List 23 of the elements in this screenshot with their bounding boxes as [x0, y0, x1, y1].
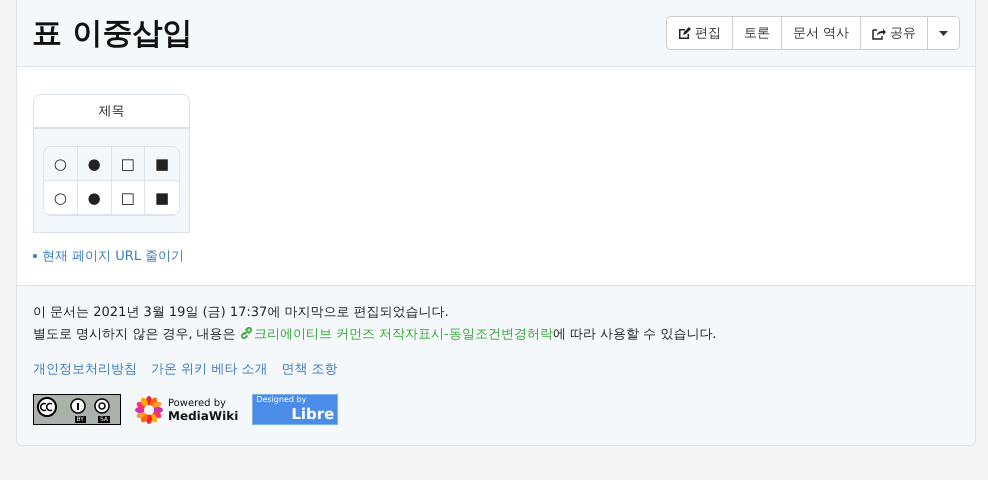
footer-link[interactable]: 면책 조항	[281, 360, 338, 378]
table-cell: ○	[44, 181, 78, 215]
table-cell: ■	[145, 181, 179, 215]
table-cell: □	[112, 181, 146, 215]
infobox-title: 제목	[34, 95, 189, 129]
table-cell: ●	[78, 147, 112, 181]
table-cell: ○	[44, 147, 78, 181]
license-text: 별도로 명시하지 않은 경우, 내용은 크리에이티브 커먼즈 저작자표시-동일조건변경허락에 따라 사용할 수 있습니다.	[33, 326, 718, 344]
edit-icon	[678, 26, 691, 40]
footer-link[interactable]: 개인정보처리방침	[33, 360, 137, 378]
page-title: 표 이중삽입	[32, 14, 192, 52]
share-icon	[872, 26, 886, 40]
footer-link[interactable]: 가온 위키 베타 소개	[151, 360, 268, 378]
caret-icon	[939, 30, 948, 36]
bullet-icon	[33, 254, 37, 258]
table-cell: ■	[145, 147, 179, 181]
table-cell: □	[112, 147, 146, 181]
more-button[interactable]	[927, 17, 959, 49]
last-modified-text: 이 문서는 2021년 3월 19일 (금) 17:37에 마지막으로 편집되었습니다.	[33, 304, 450, 322]
link-icon	[240, 327, 253, 339]
table-cell: ●	[78, 181, 112, 215]
shorten-url-link[interactable]: 현재 페이지 URL 줄이기	[42, 247, 184, 265]
powered-by-mediawiki-badge[interactable]: Powered by MediaWiki	[135, 396, 238, 424]
